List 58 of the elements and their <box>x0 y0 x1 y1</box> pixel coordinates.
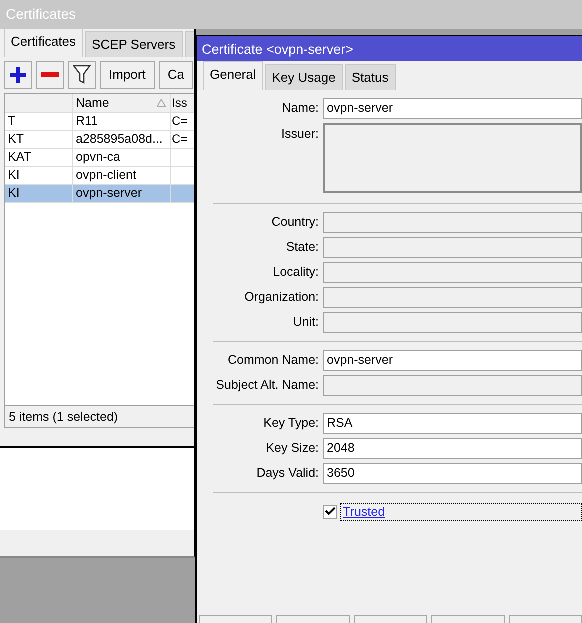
remove-button[interactable] <box>36 61 64 89</box>
field-label: Common Name: <box>228 353 319 368</box>
toolbar-button[interactable]: Ca <box>158 61 194 89</box>
field-label: Key Type: <box>264 416 319 430</box>
table-cell: KAT <box>8 150 32 164</box>
table-row[interactable]: KI ovpn-server <box>5 185 194 203</box>
table-cell: opvn-ca <box>76 150 120 164</box>
checkbox-label[interactable]: Trusted <box>340 502 582 520</box>
field-label: Unit: <box>293 315 319 330</box>
column-header[interactable]: Iss <box>171 94 194 112</box>
filter-icon <box>73 65 91 85</box>
input-field[interactable] <box>323 375 582 396</box>
table-cell: ovpn-server <box>76 186 142 200</box>
field-label: State: <box>286 240 319 254</box>
input-field[interactable] <box>323 287 582 308</box>
table-cell: ovpn-client <box>76 168 136 182</box>
input-field[interactable] <box>323 212 582 233</box>
table-cell: KI <box>8 168 20 182</box>
field-label: Subject Alt. Name: <box>216 378 319 392</box>
checkbox[interactable] <box>323 504 337 518</box>
table-cell: T <box>8 114 16 128</box>
input-field[interactable] <box>323 312 582 333</box>
input-field[interactable]: 3650 <box>323 463 582 484</box>
dialog-title: Certificate <ovpn-server> <box>197 36 582 61</box>
toolbar-button[interactable]: Import <box>100 61 155 89</box>
input-field[interactable] <box>323 237 582 258</box>
table-cell: KI <box>8 186 20 200</box>
input-field[interactable]: ovpn-server <box>323 98 582 119</box>
tab[interactable]: Certificates <box>4 29 84 57</box>
minus-icon <box>41 72 59 78</box>
tab[interactable]: SCEP Servers <box>85 30 183 57</box>
status-text: 5 items (1 selected) <box>9 410 118 424</box>
tab[interactable]: Status <box>344 64 396 90</box>
tab[interactable]: General <box>203 60 264 90</box>
tab[interactable]: Key Usage <box>265 64 343 90</box>
text-area[interactable] <box>323 123 582 193</box>
sort-icon <box>157 99 166 107</box>
input-field[interactable]: ovpn-server <box>323 350 582 371</box>
table-cell: R11 <box>76 114 98 128</box>
field-label: Organization: <box>244 290 319 304</box>
input-field[interactable]: RSA <box>323 413 582 434</box>
filter-button[interactable] <box>68 61 96 89</box>
table-cell: a285895a08d... <box>76 132 163 146</box>
plus-icon <box>9 66 27 84</box>
input-field[interactable]: 2048 <box>323 438 582 459</box>
input-field[interactable] <box>323 262 582 283</box>
field-label: Name: <box>282 101 319 116</box>
field-label: Days Valid: <box>256 466 319 480</box>
field-label: Issuer: <box>281 127 319 141</box>
field-label: Key Size: <box>266 441 319 456</box>
column-header[interactable]: Name <box>76 94 110 112</box>
table-cell: KT <box>8 132 24 146</box>
add-button[interactable] <box>4 61 32 89</box>
field-label: Country: <box>272 215 319 230</box>
table-cell: C= <box>172 132 188 146</box>
check-icon <box>324 507 336 516</box>
field-label: Locality: <box>273 265 319 280</box>
table-cell: C= <box>172 114 188 128</box>
